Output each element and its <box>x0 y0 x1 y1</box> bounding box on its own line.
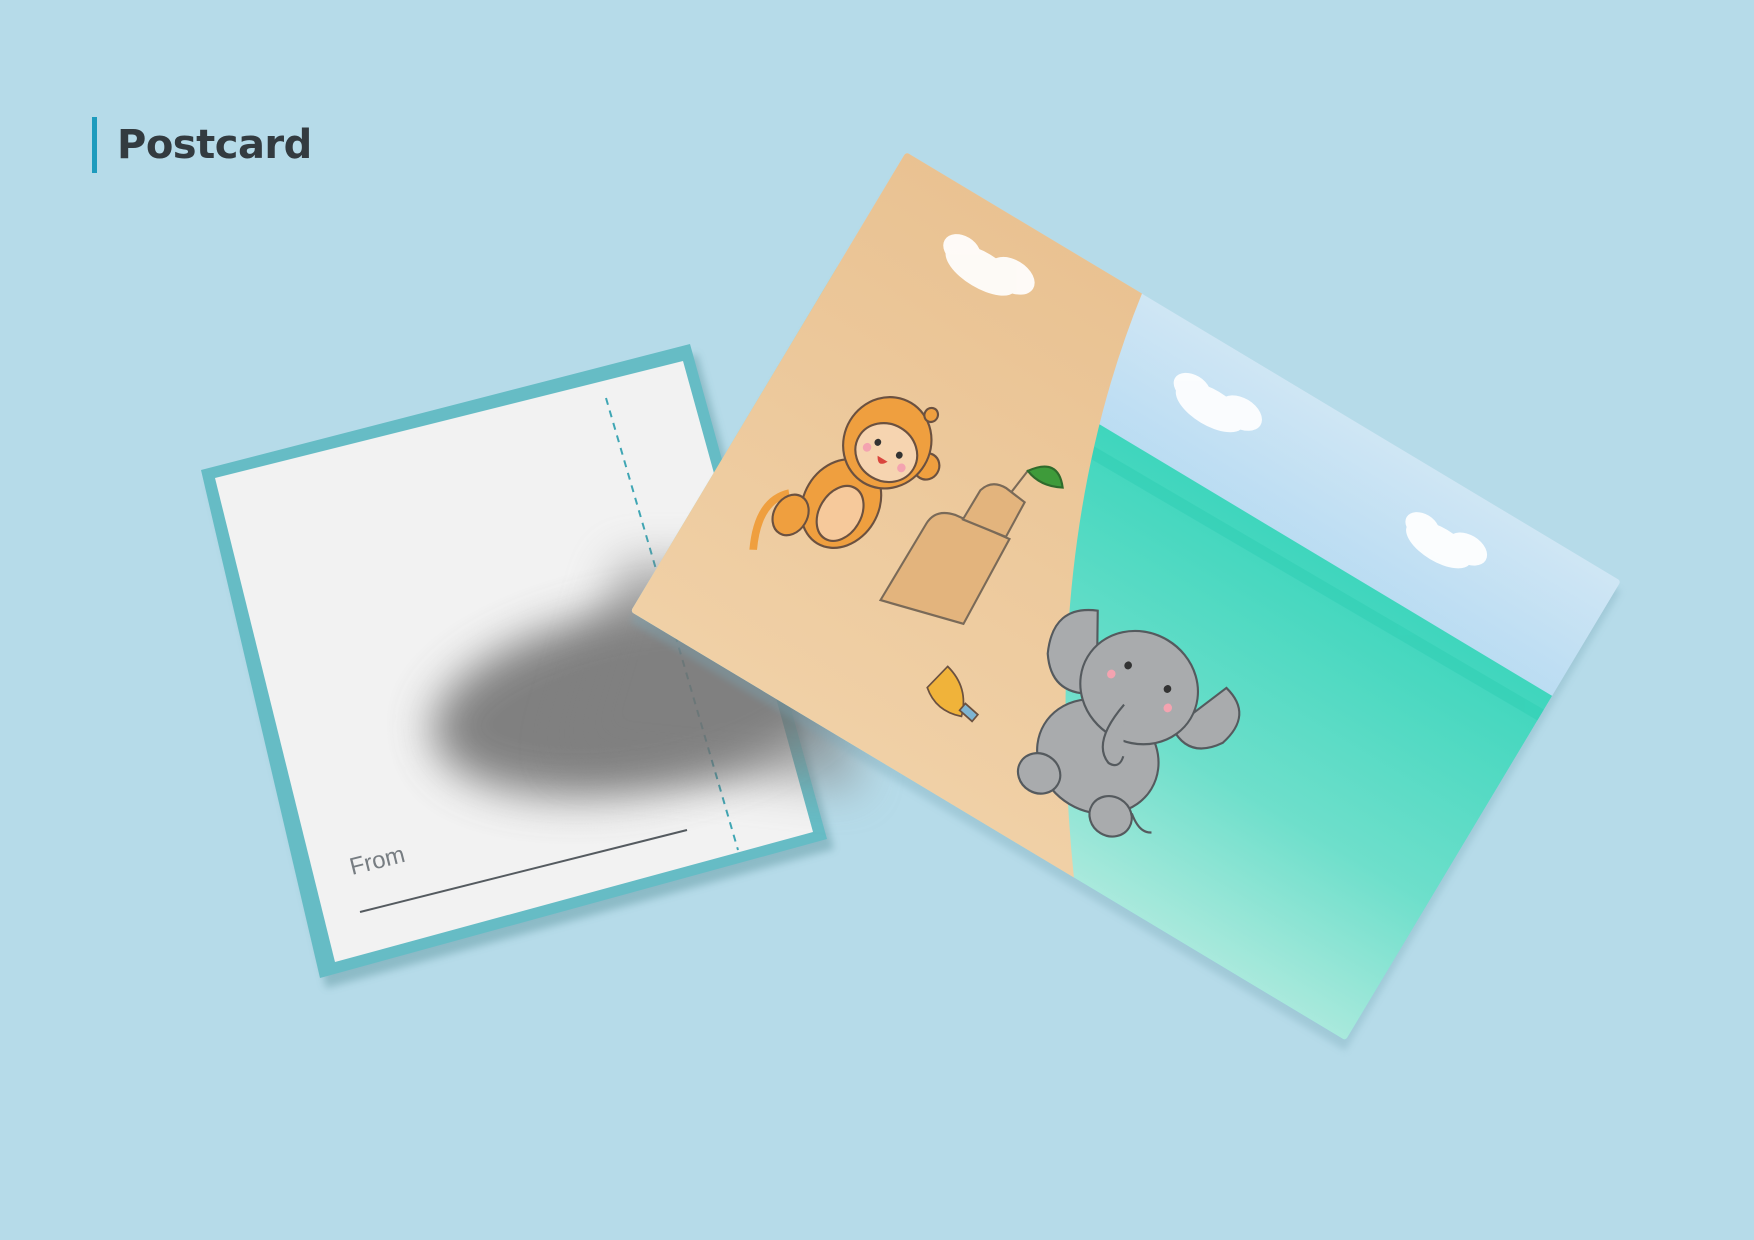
postcard-mockup-scene: From <box>201 152 1621 1051</box>
